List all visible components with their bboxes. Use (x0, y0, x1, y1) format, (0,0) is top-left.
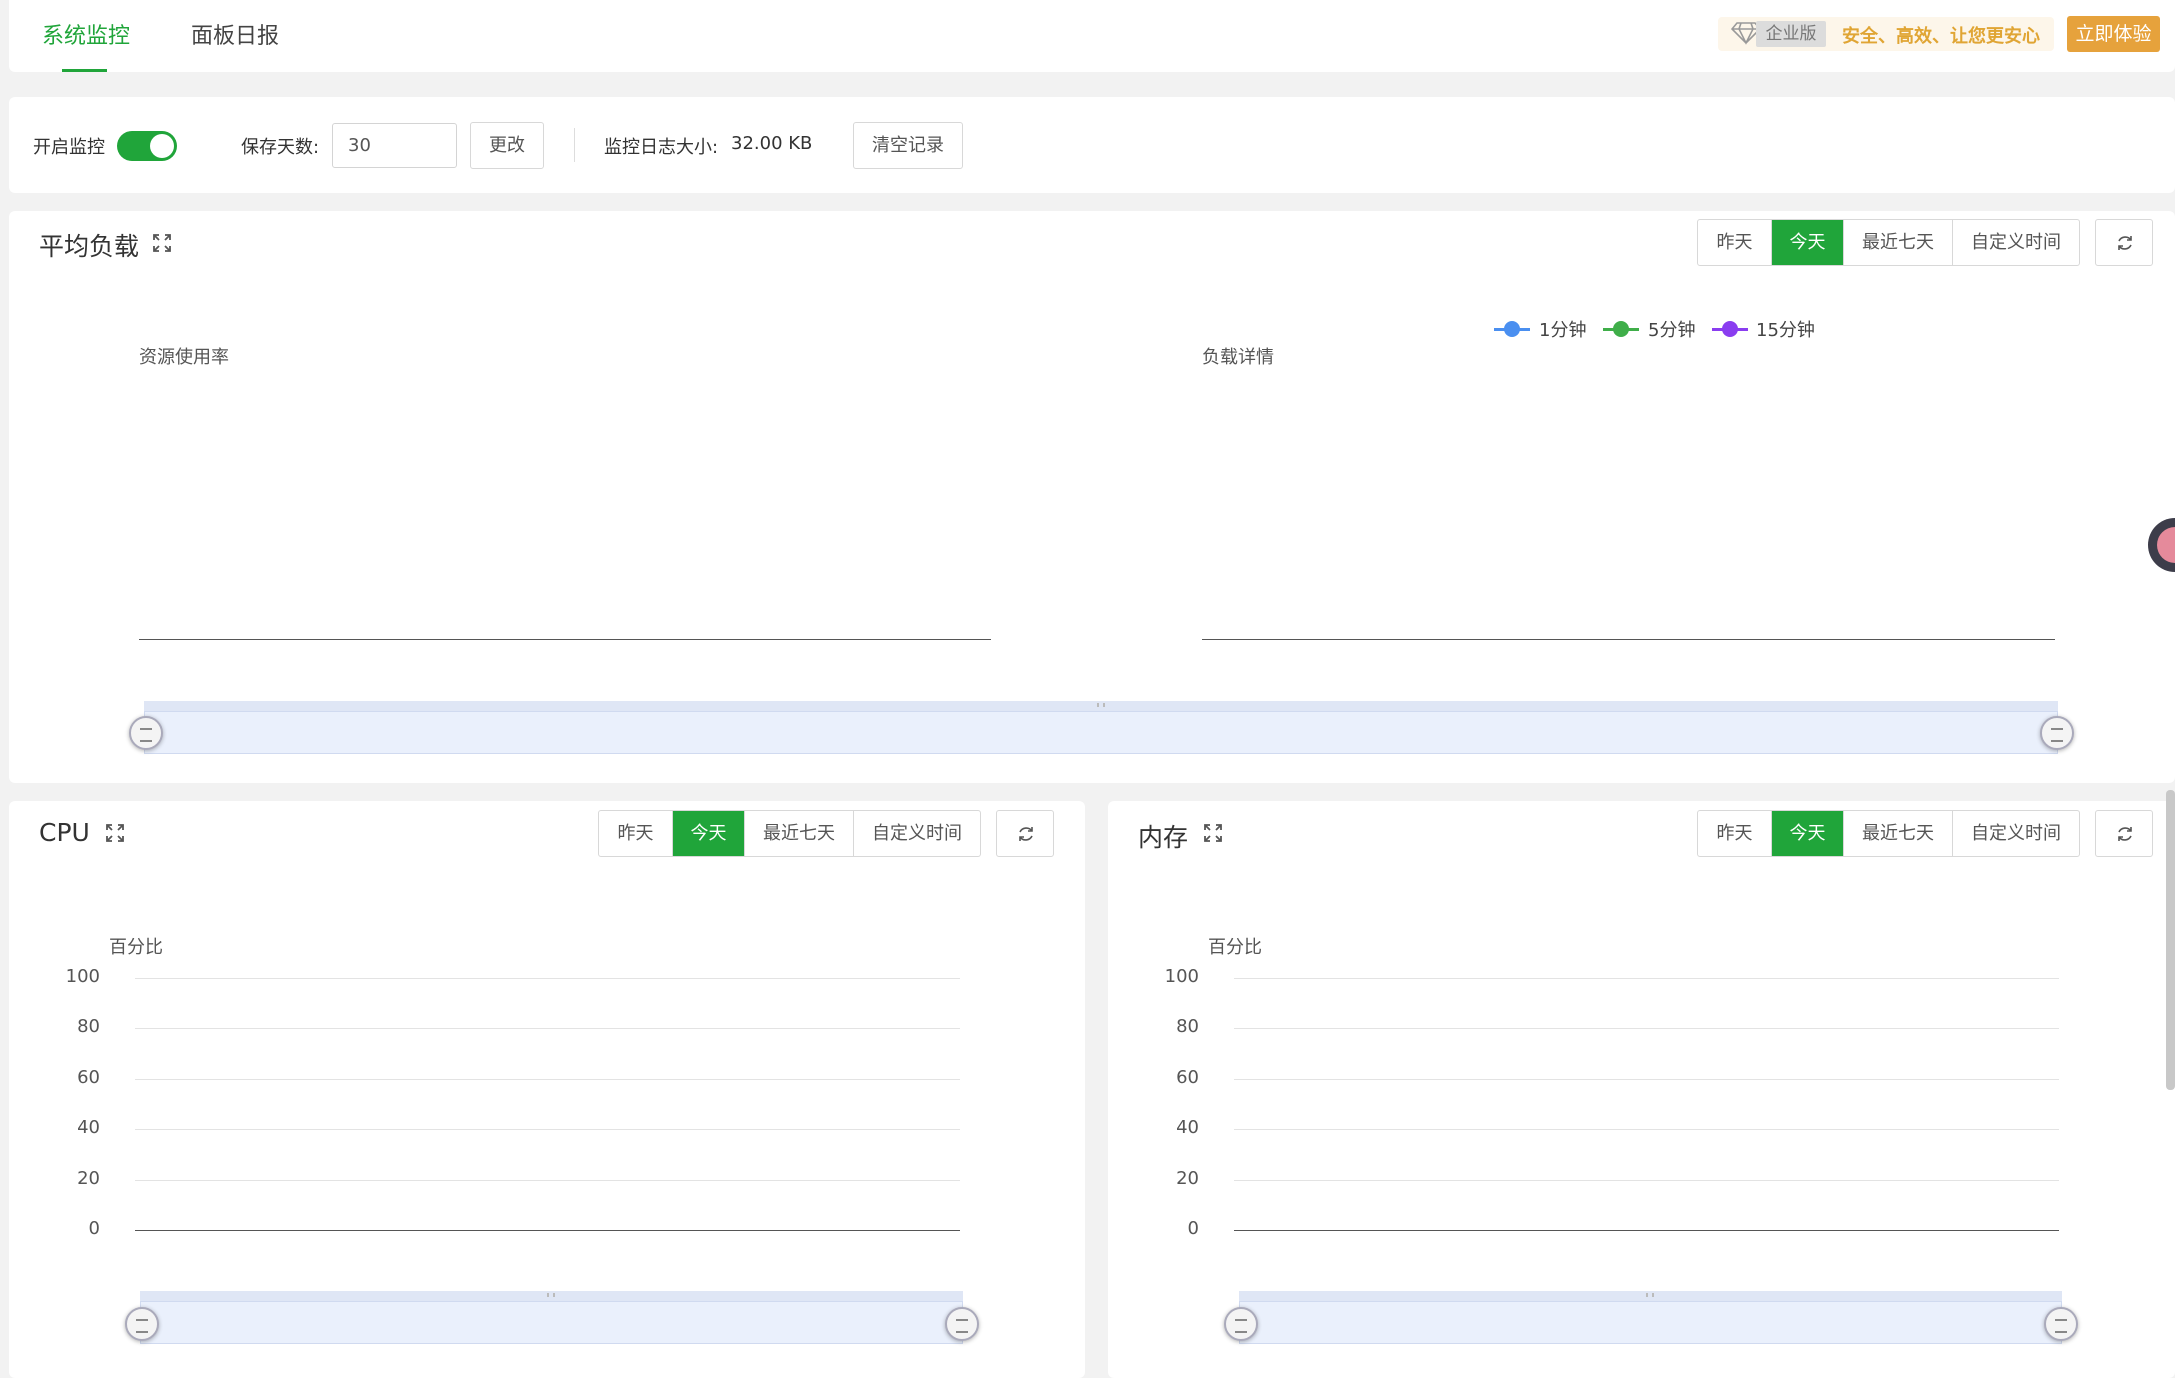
log-size-value: 32.00 KB (731, 133, 813, 154)
gridline (1234, 1028, 2059, 1030)
cpu-range-selector: 昨天 今天 最近七天 自定义时间 (598, 810, 981, 857)
retention-days-label: 保存天数: (241, 137, 320, 158)
zoom-grip[interactable] (1097, 703, 1105, 707)
memory-zoom-range[interactable] (1239, 1301, 2062, 1344)
cpu-y-axis-title: 百分比 (109, 937, 163, 958)
legend-15min[interactable]: 15分钟 (1756, 316, 1815, 342)
y-tick-label: 0 (1187, 1218, 1199, 1239)
load-panel-title: 平均负载 (39, 232, 140, 261)
legend-15min-marker (1722, 321, 1738, 337)
y-tick-label: 60 (77, 1066, 100, 1088)
enterprise-badge: 企业版 (1756, 21, 1826, 47)
gridline (135, 1028, 960, 1030)
gridline (1234, 978, 2059, 979)
expand-icon[interactable] (1203, 823, 1223, 843)
expand-icon[interactable] (152, 233, 172, 253)
enterprise-slogan: 安全、高效、让您更安心 (1842, 26, 2040, 47)
tab-panel-daily-report[interactable]: 面板日报 (191, 18, 279, 50)
divider (574, 128, 575, 162)
load-refresh-button[interactable] (2095, 219, 2153, 266)
y-tick-label: 80 (77, 1016, 100, 1038)
load-zoom-handle-left[interactable] (129, 716, 163, 750)
monitor-toggle-label: 开启监控 (33, 137, 105, 158)
x-axis-line (1234, 1230, 2059, 1231)
load-detail-axis (1202, 639, 2055, 640)
gridline (135, 1179, 960, 1181)
retention-days-input[interactable]: 30 (332, 123, 457, 168)
load-detail-chart-title: 负载详情 (1202, 347, 1274, 368)
load-range-selector: 昨天 今天 最近七天 自定义时间 (1697, 219, 2080, 266)
y-tick-label: 100 (65, 966, 100, 987)
active-tab-indicator (62, 69, 107, 72)
range-custom[interactable]: 自定义时间 (1953, 220, 2079, 265)
gridline (135, 978, 960, 979)
refresh-icon (1019, 827, 1033, 841)
legend-5min[interactable]: 5分钟 (1648, 316, 1695, 342)
range-today[interactable]: 今天 (1772, 811, 1844, 856)
resource-usage-chart-title: 资源使用率 (139, 347, 229, 368)
y-tick-label: 0 (88, 1218, 100, 1239)
range-yesterday[interactable]: 昨天 (1698, 811, 1772, 856)
cpu-refresh-button[interactable] (996, 810, 1054, 857)
y-tick-label: 20 (1176, 1167, 1199, 1189)
log-size-label: 监控日志大小: (604, 137, 719, 158)
y-tick-label: 80 (1176, 1016, 1199, 1038)
resource-usage-axis (139, 639, 991, 640)
cpu-zoom-handle-right[interactable] (945, 1307, 979, 1341)
range-yesterday[interactable]: 昨天 (599, 811, 673, 856)
load-panel (9, 211, 2175, 783)
load-zoom-range[interactable] (144, 711, 2058, 754)
page-scrollbar[interactable] (2166, 790, 2175, 1090)
clear-records-button[interactable]: 清空记录 (853, 122, 963, 169)
range-custom[interactable]: 自定义时间 (1953, 811, 2079, 856)
refresh-icon (2118, 827, 2132, 841)
zoom-grip[interactable] (1646, 1293, 1654, 1297)
y-tick-label: 20 (77, 1167, 100, 1189)
memory-zoom-handle-right[interactable] (2044, 1307, 2078, 1341)
tab-system-monitor[interactable]: 系统监控 (42, 18, 130, 50)
refresh-icon (2118, 236, 2132, 250)
range-custom[interactable]: 自定义时间 (854, 811, 980, 856)
range-yesterday[interactable]: 昨天 (1698, 220, 1772, 265)
y-tick-label: 40 (1176, 1117, 1199, 1139)
cpu-zoom-handle-left[interactable] (125, 1307, 159, 1341)
y-tick-label: 100 (1164, 966, 1199, 987)
try-now-button[interactable]: 立即体验 (2067, 16, 2160, 52)
range-last-7-days[interactable]: 最近七天 (1844, 811, 1953, 856)
memory-zoom-handle-left[interactable] (1224, 1307, 1258, 1341)
cpu-panel-title: CPU (39, 818, 90, 847)
gridline (135, 1129, 960, 1131)
memory-y-axis-title: 百分比 (1208, 937, 1262, 958)
memory-range-selector: 昨天 今天 最近七天 自定义时间 (1697, 810, 2080, 857)
legend-1min-marker (1504, 321, 1520, 337)
range-today[interactable]: 今天 (1772, 220, 1844, 265)
memory-refresh-button[interactable] (2095, 810, 2153, 857)
legend-5min-marker (1613, 321, 1629, 337)
toggle-knob (150, 134, 174, 158)
range-today[interactable]: 今天 (673, 811, 745, 856)
zoom-grip[interactable] (547, 1293, 555, 1297)
x-axis-line (135, 1230, 960, 1231)
legend-1min[interactable]: 1分钟 (1539, 316, 1586, 342)
gridline (1234, 1179, 2059, 1181)
change-retention-button[interactable]: 更改 (470, 122, 544, 169)
gridline (1234, 1078, 2059, 1080)
monitor-toggle[interactable] (117, 131, 177, 161)
cpu-zoom-range[interactable] (140, 1301, 963, 1344)
expand-icon[interactable] (105, 823, 125, 843)
range-last-7-days[interactable]: 最近七天 (1844, 220, 1953, 265)
load-zoom-handle-right[interactable] (2040, 716, 2074, 750)
y-tick-label: 60 (1176, 1066, 1199, 1088)
gridline (1234, 1129, 2059, 1131)
y-tick-label: 40 (77, 1117, 100, 1139)
gridline (135, 1078, 960, 1080)
memory-panel-title: 内存 (1138, 823, 1189, 852)
range-last-7-days[interactable]: 最近七天 (745, 811, 854, 856)
